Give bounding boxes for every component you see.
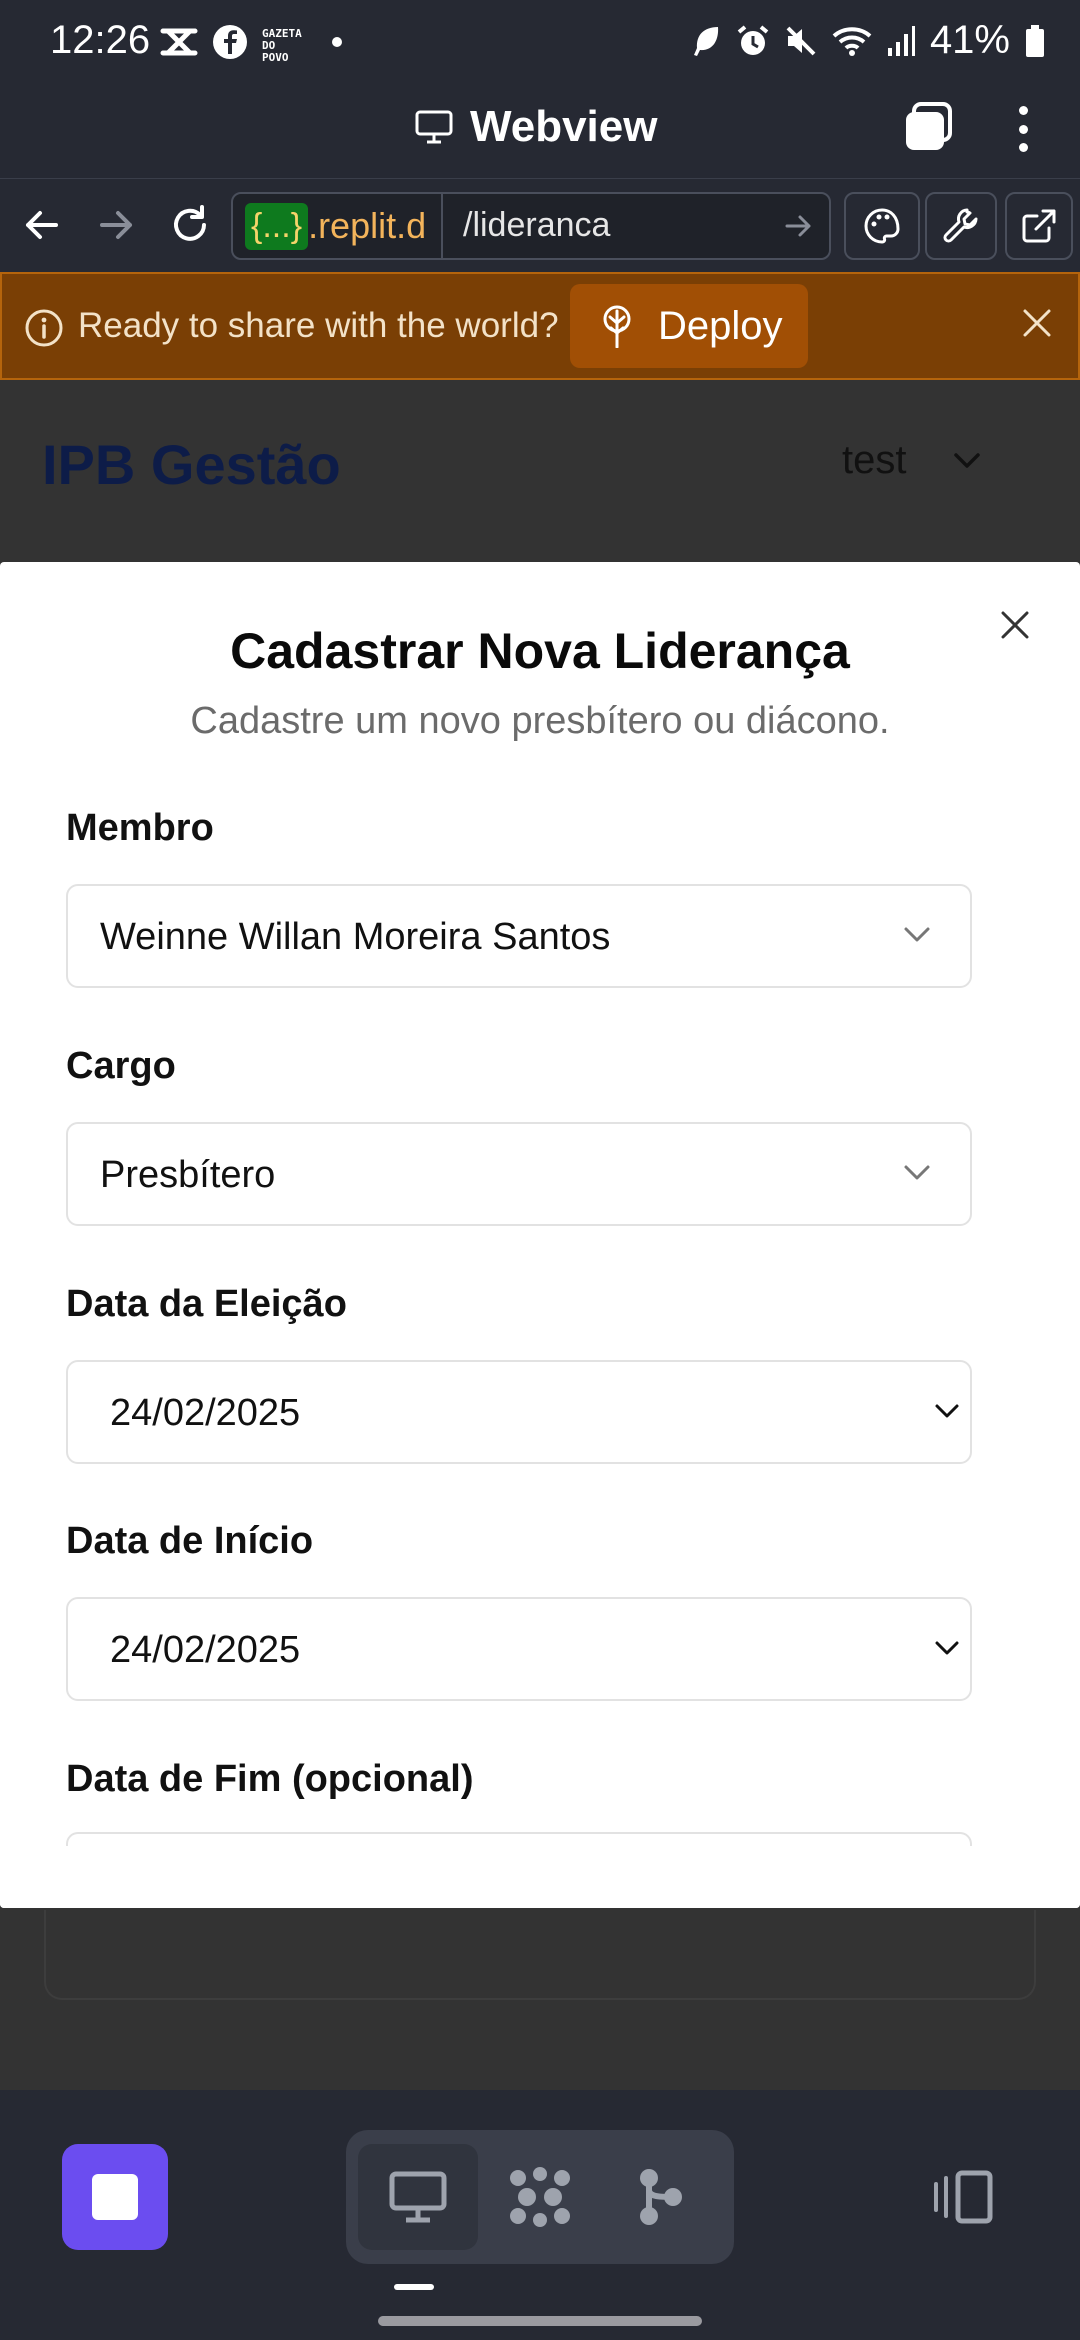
election-date-input[interactable]: 24/02/2025 bbox=[66, 1360, 972, 1464]
monitor-icon bbox=[389, 2171, 447, 2223]
gazeta-do-povo-icon: GAZETA DO POVO bbox=[262, 22, 304, 64]
panel-toggle-button[interactable] bbox=[930, 2170, 996, 2224]
mail-x-icon bbox=[160, 28, 198, 56]
member-value: Weinne Willan Moreira Santos bbox=[100, 916, 611, 958]
more-dot bbox=[1018, 124, 1028, 134]
back-button[interactable] bbox=[20, 203, 64, 247]
leaf-icon bbox=[693, 26, 719, 56]
chevron-down-icon bbox=[904, 1165, 930, 1180]
stop-button[interactable] bbox=[62, 2144, 168, 2250]
url-bar: {...} .replit.d /lideranca bbox=[0, 178, 1080, 272]
start-date-label: Data de Início bbox=[66, 1520, 314, 1562]
panel-icon bbox=[934, 2170, 993, 2224]
view-switcher bbox=[346, 2130, 734, 2264]
brand-title: IPB Gestão bbox=[42, 433, 341, 496]
new-leadership-dialog: Cadastrar Nova Liderança Cadastre um nov… bbox=[0, 562, 1080, 1908]
dialog-title: Cadastrar Nova Liderança bbox=[230, 623, 850, 679]
signal-icon bbox=[887, 25, 915, 56]
webview-title: Webview bbox=[414, 102, 657, 152]
stop-icon bbox=[92, 2174, 138, 2220]
dialog-subtitle: Cadastre um novo presbítero ou diácono. bbox=[190, 700, 890, 742]
monitor-icon bbox=[415, 110, 453, 144]
facebook-icon bbox=[213, 25, 247, 59]
background-card bbox=[44, 1910, 1036, 2000]
member-label: Membro bbox=[66, 807, 214, 849]
active-tab-indicator bbox=[394, 2284, 434, 2290]
deploy-icon bbox=[603, 305, 631, 348]
arrow-left-icon bbox=[26, 211, 58, 239]
battery-level: 41% bbox=[929, 18, 1010, 62]
alarm-icon bbox=[737, 24, 769, 55]
battery-icon bbox=[1026, 24, 1044, 57]
deploy-banner: Ready to share with the world? Deploy bbox=[0, 272, 1080, 380]
devtools-button[interactable] bbox=[925, 192, 997, 260]
gazeta-line2: DO POVO bbox=[262, 39, 289, 64]
arrow-right-icon bbox=[100, 211, 132, 239]
go-arrow-icon[interactable] bbox=[783, 210, 815, 242]
election-date-label: Data da Eleição bbox=[66, 1283, 347, 1325]
reload-button[interactable] bbox=[168, 203, 212, 247]
home-indicator[interactable] bbox=[378, 2316, 702, 2326]
url-host: {...} .replit.d bbox=[233, 194, 443, 258]
close-banner-icon[interactable] bbox=[1020, 306, 1054, 340]
branch-icon bbox=[640, 2169, 682, 2225]
theme-button[interactable] bbox=[844, 192, 920, 260]
app-titlebar: Webview bbox=[0, 82, 1080, 178]
chevron-down-icon bbox=[935, 1404, 959, 1418]
dialog-scroll-edge bbox=[0, 1846, 1080, 1908]
start-date-value: 24/02/2025 bbox=[110, 1629, 301, 1671]
open-external-button[interactable] bbox=[1005, 192, 1073, 260]
git-tab[interactable] bbox=[600, 2144, 720, 2250]
notification-icons: GAZETA DO POVO bbox=[160, 22, 342, 64]
grid-dots-icon bbox=[510, 2167, 570, 2227]
deploy-label: Deploy bbox=[658, 303, 783, 348]
replit-badge: {...} bbox=[245, 202, 309, 250]
reload-icon bbox=[174, 205, 206, 241]
bottom-toolbar bbox=[0, 2090, 1080, 2340]
chevron-down-icon bbox=[904, 927, 930, 942]
mute-icon bbox=[786, 26, 816, 55]
role-label: Cargo bbox=[66, 1045, 176, 1087]
webview-tab[interactable] bbox=[358, 2144, 478, 2250]
wifi-icon bbox=[832, 26, 872, 56]
apps-tab[interactable] bbox=[480, 2144, 600, 2250]
tabs-icon bbox=[906, 102, 952, 150]
app-title: Webview bbox=[470, 102, 658, 151]
url-path: /lideranca bbox=[463, 206, 611, 244]
deploy-button[interactable]: Deploy bbox=[570, 284, 808, 368]
url-input[interactable]: {...} .replit.d /lideranca bbox=[231, 192, 831, 260]
start-date-input[interactable]: 24/02/2025 bbox=[66, 1597, 972, 1701]
banner-text: Ready to share with the world? bbox=[78, 306, 559, 345]
more-options-button[interactable] bbox=[1005, 102, 1041, 156]
forward-button[interactable] bbox=[94, 203, 138, 247]
info-icon bbox=[25, 309, 63, 347]
tabs-button[interactable] bbox=[902, 102, 954, 154]
more-dot bbox=[1018, 143, 1028, 152]
election-date-value: 24/02/2025 bbox=[110, 1392, 301, 1434]
status-time: 12:26 bbox=[50, 18, 151, 62]
user-menu[interactable]: test bbox=[842, 438, 982, 483]
palette-icon bbox=[864, 208, 900, 244]
status-bar: 12:26 GAZETA DO POVO 41% bbox=[0, 0, 1080, 82]
more-vertical-icon bbox=[1018, 106, 1028, 115]
role-value: Presbítero bbox=[100, 1154, 276, 1196]
url-host-text: .replit.d bbox=[308, 205, 427, 246]
chevron-down-icon bbox=[935, 1641, 959, 1655]
end-date-label: Data de Fim (opcional) bbox=[66, 1758, 474, 1800]
wrench-icon bbox=[943, 208, 978, 243]
external-link-icon bbox=[1022, 209, 1056, 243]
more-notifications-dot bbox=[332, 37, 342, 47]
user-name: test bbox=[842, 438, 907, 482]
status-right: 41% bbox=[692, 18, 1046, 63]
member-select[interactable]: Weinne Willan Moreira Santos bbox=[66, 884, 972, 988]
chevron-down-icon bbox=[954, 452, 981, 468]
role-select[interactable]: Presbítero bbox=[66, 1122, 972, 1226]
